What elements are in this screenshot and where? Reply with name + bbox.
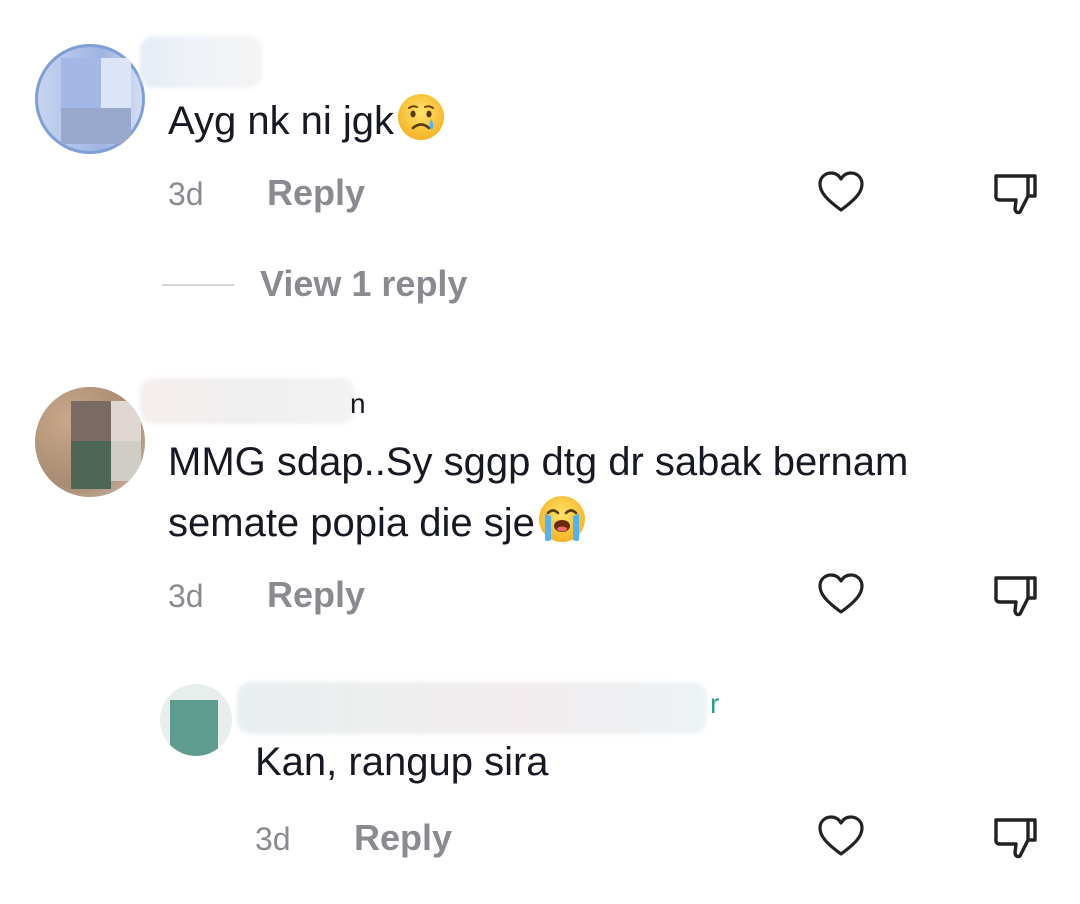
avatar[interactable] xyxy=(160,684,232,756)
avatar-pixel-block xyxy=(111,441,141,481)
avatar-pixel-block xyxy=(71,441,111,489)
avatar[interactable] xyxy=(35,44,145,154)
replies-divider-line xyxy=(162,284,234,286)
reply-button[interactable]: Reply xyxy=(267,173,365,213)
reply-timestamp: 3d xyxy=(255,821,291,857)
avatar-pixel-block xyxy=(61,58,101,108)
reply-button[interactable]: Reply xyxy=(267,575,365,615)
comment-body: Ayg nk ni jgk xyxy=(168,99,395,143)
comment-body: semate popia die sje xyxy=(168,501,535,545)
comment-text: Ayg nk ni jgk xyxy=(168,92,446,147)
avatar-pixel-block xyxy=(101,58,131,108)
comment-text-line-2: semate popia die sje xyxy=(168,494,587,549)
thumbs-down-icon[interactable] xyxy=(990,812,1040,862)
heart-icon[interactable] xyxy=(816,812,866,862)
avatar-pixel-block xyxy=(111,401,141,441)
avatar[interactable] xyxy=(35,387,145,497)
heart-icon[interactable] xyxy=(816,168,866,218)
comment-text-line-1: MMG sdap..Sy sggp dtg dr sabak bernam xyxy=(168,440,909,484)
loudly-crying-face-emoji xyxy=(538,496,585,542)
username-redacted[interactable] xyxy=(140,378,355,424)
username-visible-fragment: r xyxy=(710,688,720,719)
thumbs-down-icon[interactable] xyxy=(990,570,1040,620)
username-redacted[interactable] xyxy=(237,682,707,734)
heart-icon[interactable] xyxy=(816,570,866,620)
view-replies-button[interactable]: View 1 reply xyxy=(260,264,467,304)
comment-timestamp: 3d xyxy=(168,176,204,212)
avatar-pixel-block xyxy=(170,700,218,756)
reply-button[interactable]: Reply xyxy=(354,818,452,858)
avatar-pixel-block xyxy=(71,401,111,441)
reply-text: Kan, rangup sira xyxy=(255,740,549,784)
comment-timestamp: 3d xyxy=(168,578,204,614)
avatar-pixel-block xyxy=(61,108,131,144)
thumbs-down-icon[interactable] xyxy=(990,168,1040,218)
crying-face-emoji xyxy=(398,94,445,140)
username-visible-fragment: n xyxy=(350,388,366,419)
username-redacted[interactable] xyxy=(140,36,262,88)
